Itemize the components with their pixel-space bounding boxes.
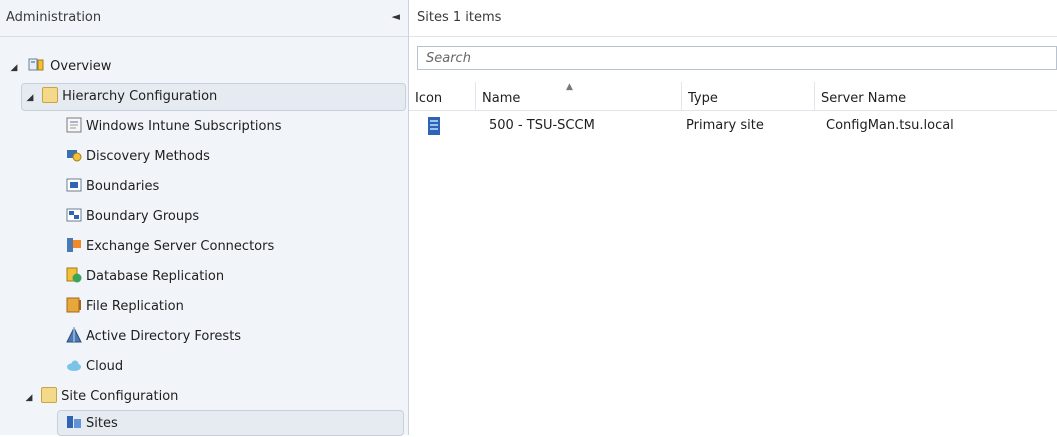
tree-item-active-directory-forests[interactable]: Active Directory Forests — [66, 323, 241, 351]
tree-item-site-configuration[interactable]: ◢ Site Configuration — [21, 383, 178, 411]
column-header-icon[interactable]: Icon — [409, 82, 475, 110]
row-icon-cell — [427, 114, 441, 138]
boundary-groups-icon — [66, 208, 82, 222]
site-server-icon — [428, 117, 440, 135]
expanded-triangle-icon[interactable]: ◢ — [22, 85, 38, 111]
tree-item-label: Boundaries — [86, 179, 160, 194]
navigation-title: Administration — [6, 10, 102, 25]
tree-item-overview[interactable]: ◢ Overview — [6, 53, 111, 81]
intune-subscription-icon — [66, 117, 82, 133]
tree-item-label: Database Replication — [86, 269, 225, 284]
tree-item-file-replication[interactable]: File Replication — [66, 293, 184, 321]
collapse-pane-icon[interactable]: ◄ — [392, 10, 400, 23]
column-header-name[interactable]: ▲ Name — [475, 82, 681, 110]
tree-item-label: Cloud — [86, 359, 124, 374]
column-header-type[interactable]: Type — [681, 82, 814, 110]
tree-item-label: Hierarchy Configuration — [62, 89, 218, 104]
tree-item-exchange-server-connectors[interactable]: Exchange Server Connectors — [66, 233, 274, 261]
database-replication-icon — [66, 267, 82, 283]
discovery-methods-icon — [67, 150, 82, 162]
expanded-triangle-icon[interactable]: ◢ — [6, 54, 22, 82]
boundaries-icon — [66, 178, 82, 192]
tree-item-boundaries[interactable]: Boundaries — [66, 173, 159, 201]
content-title: Sites 1 items — [417, 10, 502, 25]
tree-item-label: Overview — [50, 59, 112, 74]
file-replication-icon — [66, 297, 81, 313]
row-type: Primary site — [686, 118, 764, 133]
list-header: Icon ▲ Name Type Server Name — [409, 82, 1057, 111]
content-pane: Sites 1 items Icon ▲ Name Type Server Na… — [409, 0, 1057, 435]
tree-item-boundary-groups[interactable]: Boundary Groups — [66, 203, 199, 231]
tree-item-sites[interactable]: Sites — [57, 410, 404, 436]
tree-item-label: File Replication — [86, 299, 184, 314]
tree-item-database-replication[interactable]: Database Replication — [66, 263, 224, 291]
tree-item-label: Sites — [86, 416, 118, 431]
tree-item-label: Site Configuration — [61, 389, 179, 404]
tree-item-cloud[interactable]: Cloud — [66, 353, 123, 381]
ad-forest-icon — [66, 327, 82, 343]
tree-item-discovery-methods[interactable]: Discovery Methods — [66, 143, 210, 171]
tree-item-label: Exchange Server Connectors — [86, 239, 275, 254]
exchange-connector-icon — [67, 238, 81, 252]
tree-item-label: Windows Intune Subscriptions — [86, 119, 282, 134]
row-name: 500 - TSU-SCCM — [489, 118, 595, 133]
table-row[interactable]: 500 - TSU-SCCM Primary site ConfigMan.ts… — [409, 114, 1057, 138]
row-server-name: ConfigMan.tsu.local — [826, 118, 954, 133]
cloud-icon — [67, 360, 81, 371]
tree-item-hierarchy-configuration[interactable]: ◢ Hierarchy Configuration — [21, 83, 406, 111]
sort-ascending-icon: ▲ — [566, 82, 573, 92]
content-header: Sites 1 items — [409, 0, 1057, 37]
sites-icon — [67, 416, 81, 428]
column-header-server-name[interactable]: Server Name — [814, 82, 1057, 110]
folder-icon — [41, 387, 58, 403]
tree-item-label: Active Directory Forests — [86, 329, 242, 344]
tree-item-windows-intune-subscriptions[interactable]: Windows Intune Subscriptions — [66, 113, 282, 141]
tree-item-label: Boundary Groups — [86, 209, 200, 224]
column-header-label: Name — [482, 91, 521, 106]
expanded-triangle-icon[interactable]: ◢ — [21, 384, 37, 412]
overview-icon — [28, 58, 44, 71]
tree-item-label: Discovery Methods — [86, 149, 210, 164]
navigation-pane: Administration ◄ ◢ Overview ◢ Hierarchy … — [0, 0, 409, 436]
folder-icon — [42, 87, 59, 103]
search-input[interactable] — [417, 46, 1057, 70]
navigation-header: Administration ◄ — [0, 0, 408, 37]
